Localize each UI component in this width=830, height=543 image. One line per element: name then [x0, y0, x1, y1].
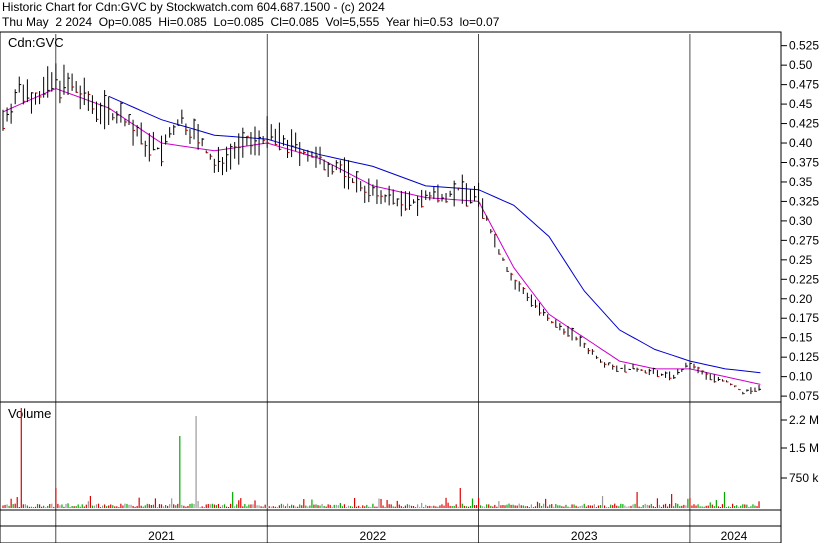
volume-panel-title: Volume: [8, 406, 51, 421]
price-y-tick-label: 0.225: [789, 272, 819, 286]
price-panel: [0, 31, 782, 403]
price-y-tick-label: 0.525: [789, 39, 819, 53]
price-y-tick-label: 0.20: [789, 292, 813, 306]
price-y-tick-label: 0.40: [789, 136, 813, 150]
price-y-tick-label: 0.275: [789, 233, 819, 247]
x-tick-label: 2024: [721, 529, 748, 543]
x-tick-label: 2022: [360, 529, 387, 543]
volume-y-tick-label: 1.5 M: [789, 441, 819, 455]
price-y-tick-label: 0.475: [789, 78, 819, 92]
price-y-tick-label: 0.125: [789, 350, 819, 364]
volume-y-tick-label: 2.2 M: [789, 413, 819, 427]
price-y-tick-label: 0.45: [789, 97, 813, 111]
price-y-tick-label: 0.30: [789, 214, 813, 228]
stock-chart: Cdn:GVC Volume 0.525 0.50 0.475 0.45 0.425 0.…: [0, 31, 819, 543]
price-y-tick-label: 0.25: [789, 253, 813, 267]
price-y-tick-label: 0.35: [789, 175, 813, 189]
price-panel-title: Cdn:GVC: [8, 35, 64, 50]
price-y-tick-label: 0.175: [789, 311, 819, 325]
price-y-tick-label: 0.425: [789, 117, 819, 131]
volume-y-tick-label: 750 k: [789, 471, 819, 485]
x-tick-label: 2021: [148, 529, 175, 543]
price-y-tick-label: 0.375: [789, 155, 819, 169]
price-y-tick-label: 0.325: [789, 194, 819, 208]
price-y-tick-label: 0.50: [789, 58, 813, 72]
volume-panel: [0, 401, 782, 511]
price-y-tick-label: 0.15: [789, 331, 813, 345]
x-tick-label: 2023: [571, 529, 598, 543]
price-y-tick-label: 0.10: [789, 370, 813, 384]
price-y-tick-label: 0.075: [789, 389, 819, 403]
